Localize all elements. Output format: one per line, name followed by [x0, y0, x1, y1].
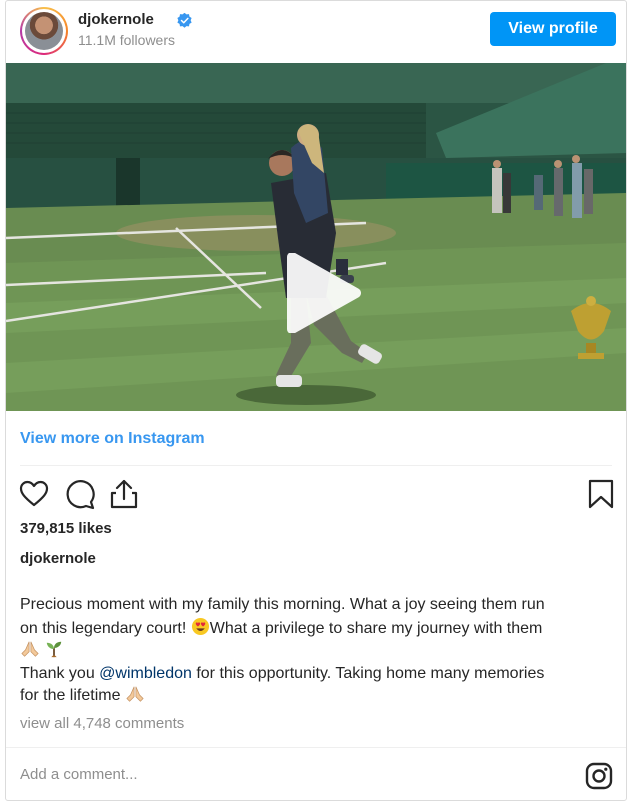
- divider: [20, 465, 612, 466]
- verified-badge-icon: [177, 13, 192, 28]
- follower-count: 11.1M followers: [78, 32, 176, 48]
- instagram-embed-card: djokernole 11.1M followers View profile: [5, 0, 627, 801]
- like-count[interactable]: 379,815 likes: [20, 520, 112, 537]
- username[interactable]: djokernole: [78, 11, 154, 28]
- video-player[interactable]: [6, 63, 626, 411]
- caption-text: What a privilege to share my journey wit…: [209, 619, 543, 637]
- view-more-on-instagram-link[interactable]: View more on Instagram: [20, 430, 205, 448]
- post-header: djokernole 11.1M followers View profile: [6, 1, 626, 63]
- heart-icon[interactable]: [18, 478, 50, 510]
- play-icon[interactable]: [282, 253, 362, 333]
- view-all-comments-link[interactable]: view all 4,748 comments: [20, 715, 184, 732]
- heart-eyes-emoji-icon: [191, 617, 209, 635]
- folded-hands-emoji-icon: [21, 641, 39, 657]
- caption-text: for the lifetime: [20, 687, 125, 704]
- avatar[interactable]: [20, 7, 68, 55]
- seedling-emoji-icon: [47, 641, 62, 658]
- share-icon[interactable]: [107, 478, 141, 510]
- mention-link[interactable]: @wimbledon: [99, 665, 192, 682]
- divider: [6, 747, 626, 748]
- caption-username[interactable]: djokernole: [20, 550, 96, 567]
- video-thumbnail: [6, 63, 626, 411]
- caption-text: on this legendary court!: [20, 619, 191, 637]
- instagram-icon[interactable]: [585, 762, 613, 790]
- post-caption: Precious moment with my family this morn…: [20, 594, 620, 708]
- caption-text: Precious moment with my family this morn…: [20, 596, 545, 613]
- add-comment-input[interactable]: Add a comment...: [20, 766, 138, 783]
- caption-text: Thank you: [20, 664, 100, 682]
- avatar-image: [25, 12, 63, 50]
- folded-hands-emoji-icon: [126, 686, 144, 702]
- caption-text: for this opportunity. Taking home many m…: [191, 664, 545, 682]
- comment-icon[interactable]: [63, 478, 97, 510]
- view-profile-button[interactable]: View profile: [490, 12, 616, 46]
- bookmark-icon[interactable]: [586, 478, 616, 510]
